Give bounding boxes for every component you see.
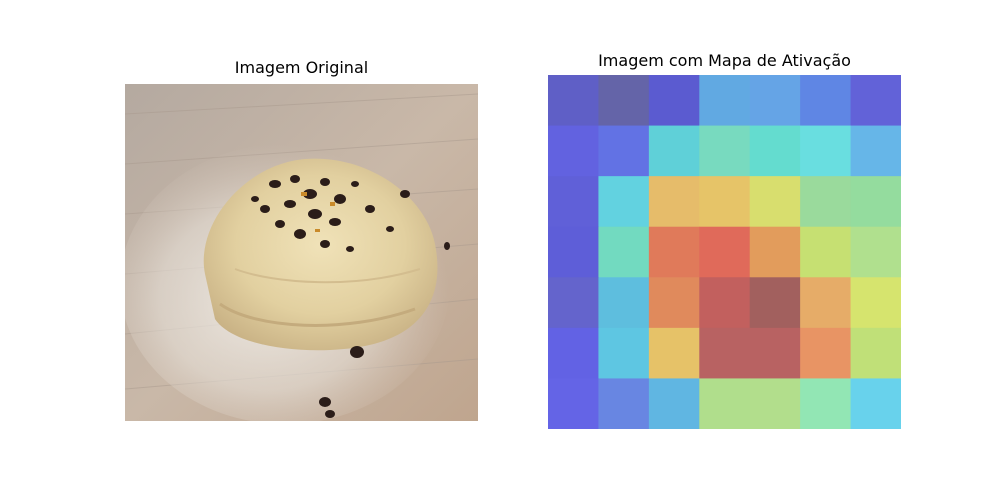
heatmap-cell (699, 277, 751, 329)
heatmap-cell (749, 327, 801, 379)
heatmap-cell (648, 125, 700, 177)
heatmap-cell (598, 378, 650, 430)
heatmap-cell (800, 125, 852, 177)
heatmap-cell (648, 176, 700, 228)
heatmap-cell (699, 125, 751, 177)
heatmap-cell (648, 378, 700, 430)
heatmap-cell (548, 75, 599, 127)
heatmap-cell (850, 327, 902, 379)
heatmap-cell (648, 327, 700, 379)
heatmap-cell (800, 176, 852, 228)
heatmap-cell (850, 378, 902, 430)
heatmap-cell (800, 277, 852, 329)
heatmap-title: Imagem com Mapa de Ativação (598, 51, 851, 70)
heatmap-cell (850, 176, 902, 228)
heatmap-cell (598, 176, 650, 228)
heatmap-cell (598, 125, 650, 177)
heatmap-cell (699, 378, 751, 430)
activation-heatmap (548, 75, 902, 430)
heatmap-cell (648, 75, 700, 127)
heatmap-cell (749, 176, 801, 228)
heatmap-grid (548, 75, 902, 430)
dough-photo (125, 84, 478, 421)
heatmap-cell (800, 327, 852, 379)
heatmap-cell (548, 378, 599, 430)
heatmap-cell (850, 277, 902, 329)
heatmap-cell (648, 277, 700, 329)
heatmap-cell (598, 75, 650, 127)
heatmap-cell (699, 176, 751, 228)
original-image-title: Imagem Original (234, 58, 369, 77)
heatmap-cell (749, 75, 801, 127)
heatmap-cell (548, 176, 599, 228)
heatmap-cell (598, 277, 650, 329)
heatmap-cell (548, 277, 599, 329)
heatmap-cell (749, 226, 801, 278)
heatmap-cell (548, 327, 599, 379)
heatmap-cell (749, 378, 801, 430)
heatmap-cell (800, 75, 852, 127)
heatmap-cell (548, 125, 599, 177)
heatmap-cell (800, 226, 852, 278)
heatmap-cell (648, 226, 700, 278)
heatmap-cell (800, 378, 852, 430)
heatmap-cell (598, 226, 650, 278)
heatmap-cell (850, 226, 902, 278)
heatmap-cell (699, 226, 751, 278)
heatmap-cell (749, 277, 801, 329)
heatmap-cell (749, 125, 801, 177)
heatmap-cell (699, 327, 751, 379)
original-image (125, 84, 478, 421)
heatmap-cell (850, 75, 902, 127)
heatmap-cell (850, 125, 902, 177)
heatmap-cell (548, 226, 599, 278)
heatmap-cell (598, 327, 650, 379)
heatmap-cell (699, 75, 751, 127)
